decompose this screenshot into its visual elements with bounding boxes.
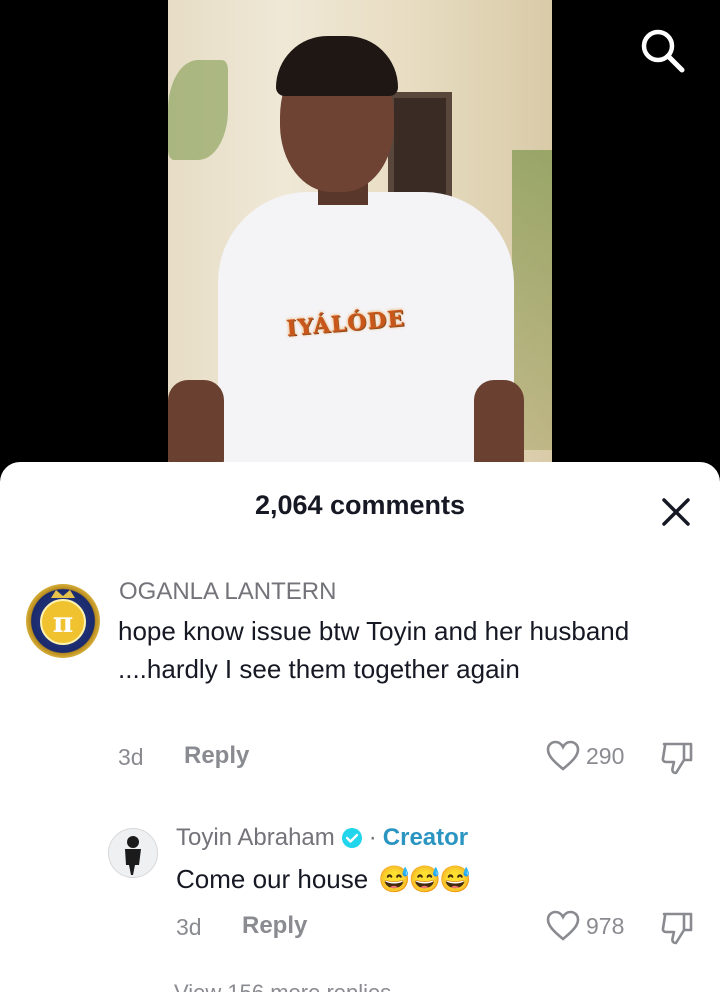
reply-text-row: Come our house 😅😅😅 bbox=[176, 860, 471, 898]
reply-button[interactable]: Reply bbox=[184, 742, 249, 770]
dislike-button[interactable] bbox=[660, 740, 694, 781]
thumbs-down-icon bbox=[661, 742, 693, 775]
verified-badge-icon bbox=[341, 828, 362, 848]
heart-outline-icon bbox=[546, 740, 580, 771]
reply-username[interactable]: Toyin Abraham bbox=[176, 824, 335, 852]
reply-text: Come our house bbox=[176, 864, 369, 894]
person-hair bbox=[276, 36, 398, 96]
person-silhouette-icon bbox=[125, 836, 141, 875]
avatar[interactable]: π bbox=[26, 584, 100, 658]
comment-item: π OGANLA LANTERN hope know issue btw Toy… bbox=[0, 462, 720, 792]
heart-outline-icon bbox=[546, 910, 580, 941]
like-count: 290 bbox=[586, 742, 625, 769]
like-button[interactable]: 290 bbox=[546, 740, 624, 772]
comment-time: 3d bbox=[118, 744, 144, 770]
thumbs-down-icon bbox=[661, 912, 693, 945]
comment-text: hope know issue btw Toyin and her husban… bbox=[118, 616, 630, 684]
person-arm bbox=[474, 380, 524, 470]
reply-username-row: Toyin Abraham · Creator bbox=[176, 824, 468, 852]
svg-text:π: π bbox=[53, 606, 74, 639]
grinning-sweat-emoji: 😅😅😅 bbox=[378, 864, 471, 894]
search-button[interactable] bbox=[636, 24, 690, 78]
separator-dot: · bbox=[368, 824, 377, 851]
video-frame[interactable]: IYÁLÓDE bbox=[168, 0, 552, 470]
search-icon bbox=[641, 29, 685, 73]
comments-panel: 2,064 comments π OGANLA LANTERN hope kno… bbox=[0, 462, 720, 992]
like-button[interactable]: 978 bbox=[546, 910, 624, 942]
creator-badge: Creator bbox=[382, 824, 469, 851]
like-count: 978 bbox=[586, 912, 625, 939]
video-player[interactable]: IYÁLÓDE bbox=[0, 0, 720, 470]
dislike-button[interactable] bbox=[660, 910, 694, 951]
reply-time: 3d bbox=[176, 914, 202, 940]
view-more-replies[interactable]: View 156 more replies bbox=[174, 980, 391, 992]
reply-button[interactable]: Reply bbox=[242, 912, 307, 940]
avatar[interactable] bbox=[108, 828, 158, 878]
pi-crown-icon: π bbox=[40, 590, 86, 645]
person-arm bbox=[168, 380, 224, 470]
comment-username[interactable]: OGANLA LANTERN bbox=[119, 578, 336, 606]
reply-item: Toyin Abraham · Creator Come our house 😅… bbox=[0, 792, 720, 992]
background-plant bbox=[168, 60, 228, 160]
